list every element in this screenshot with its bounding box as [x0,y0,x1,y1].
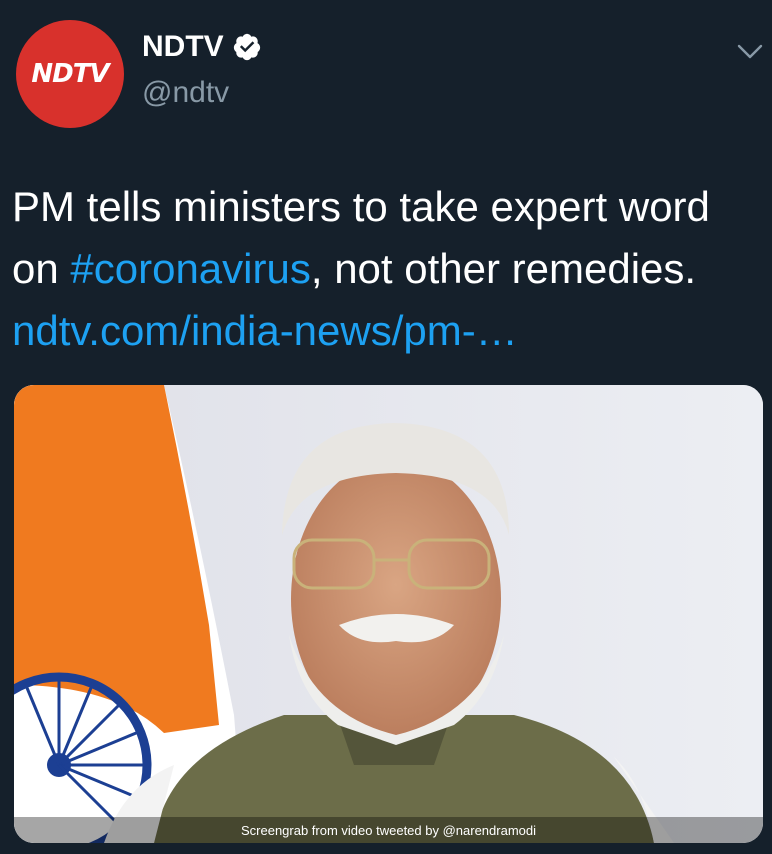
chevron-down-icon[interactable] [734,40,766,64]
tweet-media-image[interactable]: Screengrab from video tweeted by @narend… [14,385,763,843]
article-link[interactable]: ndtv.com/india-news/pm-… [12,307,518,354]
hashtag-link[interactable]: #coronavirus [70,245,310,292]
tweet-text-part2: , not other remedies. [310,245,697,292]
display-name[interactable]: NDTV [142,30,224,64]
media-photo [14,385,763,843]
tweet-text: PM tells ministers to take expert word o… [12,176,762,362]
verified-badge-icon [233,33,260,61]
account-name-row[interactable]: NDTV [142,30,262,64]
avatar-logo-text: NDTV [31,59,109,89]
media-caption: Screengrab from video tweeted by @narend… [14,817,763,843]
avatar[interactable]: NDTV [16,20,124,128]
account-handle[interactable]: @ndtv [142,76,229,110]
